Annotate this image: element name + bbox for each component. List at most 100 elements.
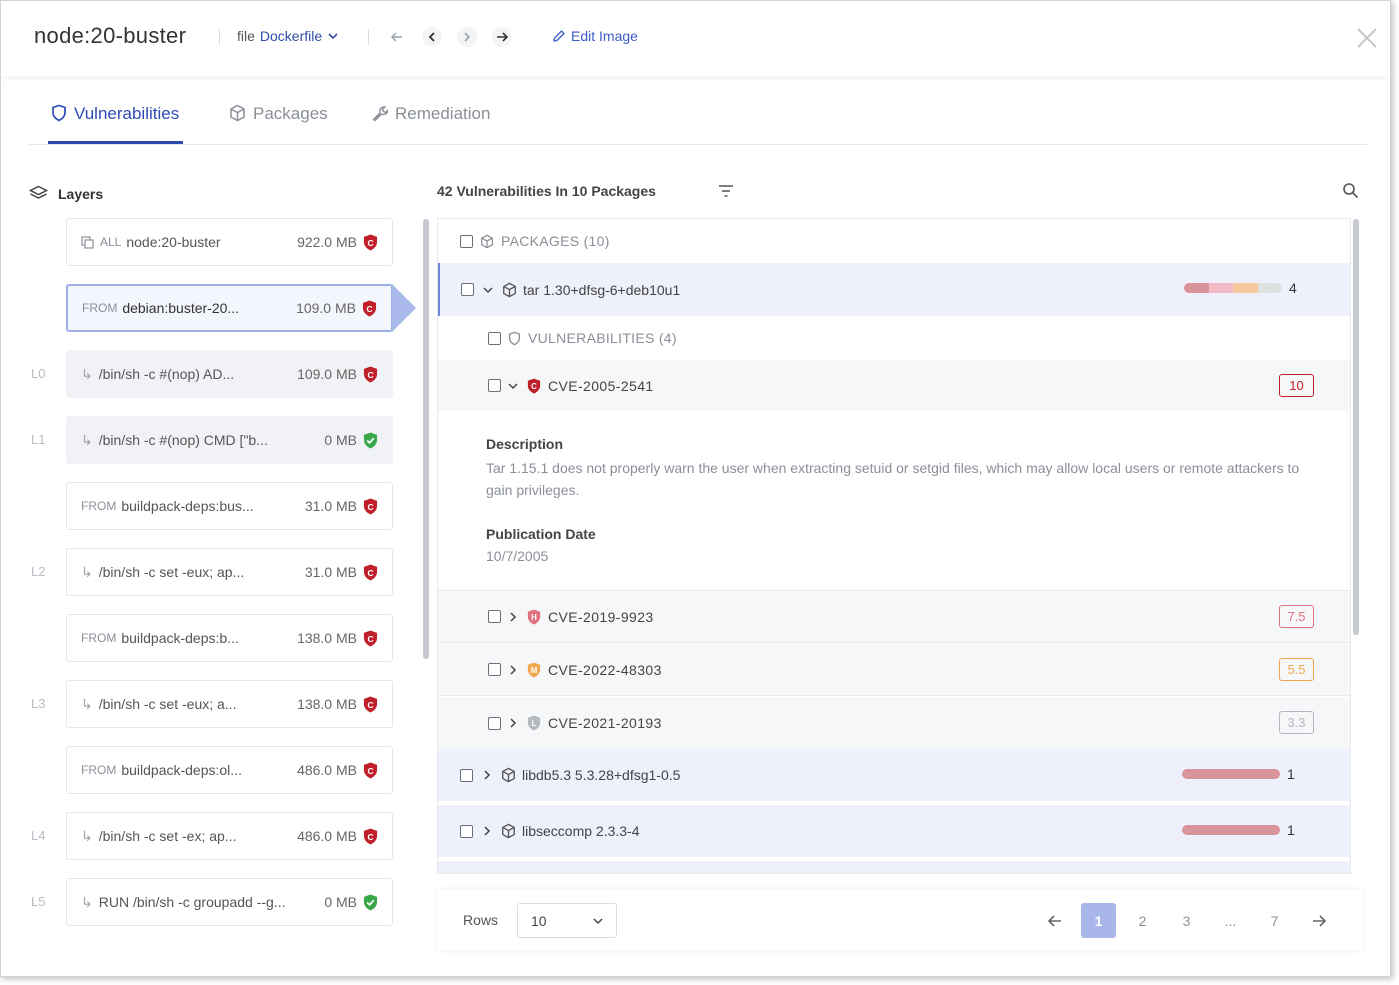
page-2-button[interactable]: 2 (1125, 903, 1160, 938)
layer-size: 109.0 MB (296, 300, 356, 316)
layer-number: L3 (31, 696, 46, 711)
chevron-down-icon[interactable] (482, 284, 494, 296)
package-checkbox[interactable] (460, 824, 473, 838)
cve-row[interactable]: L CVE-2021-20193 3.3 (438, 697, 1350, 749)
prev-layer-button[interactable] (422, 27, 442, 47)
layer-command: /bin/sh -c #(nop) CMD ["b... (98, 432, 268, 448)
layer-keyword: FROM (81, 631, 117, 645)
chevron-down-icon[interactable] (507, 380, 519, 392)
package-row[interactable]: tar 1.30+dfsg-6+deb10u1 4 (438, 263, 1350, 316)
tab-label: Packages (253, 104, 328, 123)
chevron-right-icon[interactable] (507, 717, 519, 729)
cve-row[interactable]: C CVE-2005-2541 10 (438, 360, 1350, 411)
page-3-button[interactable]: 3 (1169, 903, 1204, 938)
image-details-dialog: node:20-buster file Dockerfile Edit Imag… (0, 0, 1391, 977)
layer-row[interactable]: ↳ /bin/sh -c set -ex; ap... 486.0 MB C (66, 812, 393, 860)
last-layer-button[interactable] (492, 27, 512, 47)
package-row[interactable] (438, 861, 1350, 873)
layer-row[interactable]: FROM debian:buster-20... 109.0 MB C (66, 284, 393, 332)
package-checkbox[interactable] (460, 768, 473, 782)
chevron-right-icon[interactable] (507, 611, 519, 623)
chevron-right-icon[interactable] (481, 769, 493, 781)
prev-page-button[interactable] (1037, 903, 1072, 938)
tab-bar: Vulnerabilities Packages Remediation (29, 96, 1367, 145)
cvss-score-badge: 5.5 (1279, 658, 1314, 681)
layer-row[interactable]: FROM buildpack-deps:bus... 31.0 MB C (66, 482, 393, 530)
page-ellipsis: ... (1224, 912, 1237, 929)
divider (368, 29, 369, 45)
first-layer-button[interactable] (387, 27, 407, 47)
tab-remediation[interactable]: Remediation (371, 96, 490, 144)
layer-row[interactable]: ↳ RUN /bin/sh -c groupadd --g... 0 MB (66, 878, 393, 926)
shield-icon (52, 104, 66, 122)
critical-severity-icon: C (363, 630, 378, 646)
next-page-button[interactable] (1301, 903, 1336, 938)
layer-size: 138.0 MB (297, 630, 357, 646)
layers-scrollbar[interactable] (423, 219, 429, 659)
page-1-button[interactable]: 1 (1081, 903, 1116, 938)
tab-packages[interactable]: Packages (229, 96, 328, 144)
tab-vulnerabilities[interactable]: Vulnerabilities (48, 96, 184, 144)
close-icon[interactable] (1355, 26, 1379, 50)
svg-text:M: M (531, 666, 538, 675)
layer-command: /bin/sh -c set -eux; a... (98, 696, 237, 712)
filter-icon[interactable] (718, 183, 734, 199)
layer-size: 109.0 MB (297, 366, 357, 382)
vulnerability-table: PACKAGES (10) tar 1.30+dfsg-6+deb10u1 4 … (437, 218, 1351, 874)
svg-text:C: C (367, 831, 373, 841)
layers-title: Layers (58, 185, 104, 202)
chevron-right-icon[interactable] (481, 825, 493, 837)
layer-number: L4 (31, 828, 46, 843)
cve-checkbox[interactable] (488, 663, 501, 676)
page-7-button[interactable]: 7 (1257, 903, 1292, 938)
layer-size: 31.0 MB (304, 564, 357, 580)
sub-layer-arrow-icon: ↳ (81, 893, 93, 910)
rows-per-page-select[interactable]: 10 (517, 903, 617, 938)
package-checkbox[interactable] (461, 283, 474, 296)
critical-severity-icon: C (363, 234, 378, 250)
svg-text:C: C (367, 501, 373, 511)
packages-header-label: PACKAGES (10) (501, 233, 610, 249)
cve-checkbox[interactable] (488, 716, 501, 730)
description-label: Description (486, 436, 564, 452)
layer-row[interactable]: ALL node:20-buster 922.0 MB C (66, 218, 393, 266)
layer-row[interactable]: ↳ /bin/sh -c #(nop) AD... 109.0 MB C (66, 350, 393, 398)
chevron-right-icon (464, 32, 471, 42)
cvss-score-badge: 10 (1279, 374, 1314, 397)
rows-per-page-value: 10 (531, 912, 547, 929)
layer-row[interactable]: ↳ /bin/sh -c set -eux; a... 138.0 MB C (66, 680, 393, 728)
layer-row[interactable]: ↳ /bin/sh -c set -eux; ap... 31.0 MB C (66, 548, 393, 596)
file-selector[interactable]: file Dockerfile (237, 28, 339, 44)
package-vuln-count: 1 (1287, 766, 1295, 782)
select-all-vulnerabilities-checkbox[interactable] (488, 331, 501, 345)
cve-row[interactable]: H CVE-2019-9923 7.5 (438, 591, 1350, 643)
critical-severity-icon: C (527, 378, 541, 393)
layer-row[interactable]: FROM buildpack-deps:b... 138.0 MB C (66, 614, 393, 662)
cve-checkbox[interactable] (488, 379, 501, 392)
search-icon[interactable] (1342, 182, 1359, 199)
chevron-right-icon[interactable] (507, 664, 519, 676)
select-all-packages-checkbox[interactable] (460, 234, 473, 248)
tab-label: Remediation (395, 104, 491, 123)
package-row[interactable]: libseccomp 2.3.3-4 1 (438, 805, 1350, 857)
package-icon (502, 823, 515, 839)
edit-image-link[interactable]: Edit Image (552, 28, 638, 44)
layers-heading: Layers (29, 185, 103, 202)
layer-command: debian:buster-20... (122, 300, 240, 316)
high-severity-icon: H (527, 609, 541, 624)
severity-segment (1208, 283, 1233, 293)
package-row[interactable]: libdb5.3 5.3.28+dfsg1-0.5 1 (438, 749, 1350, 801)
cve-checkbox[interactable] (488, 610, 501, 623)
severity-bar (1184, 283, 1282, 293)
layer-size: 922.0 MB (297, 234, 357, 250)
table-scrollbar[interactable] (1353, 219, 1359, 635)
layer-size: 0 MB (324, 894, 357, 910)
layer-row[interactable]: FROM buildpack-deps:ol... 486.0 MB C (66, 746, 393, 794)
tab-label: Vulnerabilities (74, 104, 180, 123)
chevron-down-icon (328, 33, 338, 40)
layer-row[interactable]: ↳ /bin/sh -c #(nop) CMD ["b... 0 MB (66, 416, 393, 464)
severity-segment (1184, 283, 1209, 293)
next-layer-button[interactable] (457, 27, 477, 47)
cve-row[interactable]: M CVE-2022-48303 5.5 (438, 644, 1350, 696)
image-title: node:20-buster (34, 23, 187, 48)
